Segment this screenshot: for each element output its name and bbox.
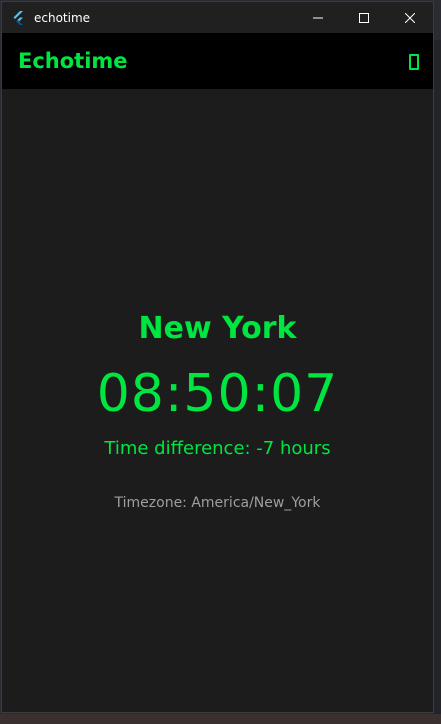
minimize-button[interactable] <box>295 2 341 33</box>
minimize-icon <box>313 17 323 18</box>
title-bar[interactable]: echotime <box>2 2 433 33</box>
clock-display: 08:50:07 <box>96 363 339 424</box>
app-window: echotime Echotime New York 08:50:07 Time… <box>1 1 434 713</box>
window-title: echotime <box>34 10 91 25</box>
window-controls <box>295 2 433 33</box>
taskbar-fragment <box>0 714 441 724</box>
close-button[interactable] <box>387 2 433 33</box>
app-bar: Echotime <box>2 33 433 89</box>
phone-icon[interactable] <box>409 54 419 70</box>
close-icon <box>405 12 415 23</box>
background-window <box>433 40 441 724</box>
maximize-button[interactable] <box>341 2 387 33</box>
city-name: New York <box>138 310 297 346</box>
maximize-icon <box>359 12 369 23</box>
flutter-icon <box>13 10 23 25</box>
timezone-label: Timezone: America/New_York <box>114 494 321 511</box>
main-content: New York 08:50:07 Time difference: -7 ho… <box>2 89 433 712</box>
time-difference: Time difference: -7 hours <box>104 437 331 459</box>
app-title: Echotime <box>18 49 128 73</box>
